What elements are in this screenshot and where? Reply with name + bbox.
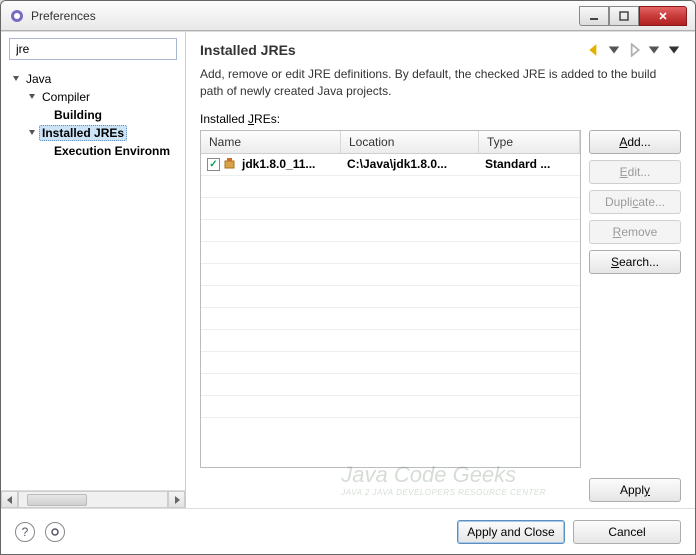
help-icon[interactable]: ? <box>15 522 35 542</box>
jre-table[interactable]: Name Location Type ✓ jdk1.8.0_11... C:\J… <box>200 130 581 468</box>
left-pane: Java Compiler Building Installed JREs <box>1 32 186 508</box>
edit-button: Edit... <box>589 160 681 184</box>
maximize-button[interactable] <box>609 6 639 26</box>
col-location[interactable]: Location <box>341 131 479 153</box>
scroll-right-icon[interactable] <box>168 491 185 508</box>
apply-and-close-button[interactable]: Apply and Close <box>457 520 565 544</box>
tree-item-building[interactable]: Building <box>51 107 105 123</box>
search-button[interactable]: Search... <box>589 250 681 274</box>
page-description: Add, remove or edit JRE definitions. By … <box>200 66 681 100</box>
duplicate-button: Duplicate... <box>589 190 681 214</box>
collapse-icon[interactable] <box>27 128 37 138</box>
tree-item-execution-environments[interactable]: Execution Environm <box>51 143 173 159</box>
chevron-down-icon[interactable] <box>607 43 621 57</box>
row-type: Standard ... <box>479 155 580 173</box>
dialog-footer: ? Apply and Close Cancel <box>1 508 695 554</box>
collapse-icon[interactable] <box>27 92 37 102</box>
preferences-window: Preferences Java Compiler <box>0 0 696 555</box>
close-button[interactable] <box>639 6 687 26</box>
back-icon[interactable] <box>587 43 601 57</box>
jre-icon <box>224 156 238 173</box>
scroll-thumb[interactable] <box>27 494 87 506</box>
tree-item-installed-jres[interactable]: Installed JREs <box>39 125 127 141</box>
minimize-button[interactable] <box>579 6 609 26</box>
table-label: Installed JREs: <box>200 112 681 126</box>
menu-icon[interactable] <box>667 43 681 57</box>
tree-item-java[interactable]: Java <box>23 71 54 87</box>
col-type[interactable]: Type <box>479 131 580 153</box>
apply-button[interactable]: Apply <box>589 478 681 502</box>
titlebar[interactable]: Preferences <box>1 1 695 31</box>
row-checkbox[interactable]: ✓ <box>207 158 220 171</box>
col-name[interactable]: Name <box>201 131 341 153</box>
forward-icon[interactable] <box>627 43 641 57</box>
row-name: jdk1.8.0_11... <box>242 157 315 171</box>
page-title: Installed JREs <box>200 42 587 58</box>
preferences-tree[interactable]: Java Compiler Building Installed JREs <box>1 64 185 490</box>
window-title: Preferences <box>31 9 579 23</box>
tree-item-compiler[interactable]: Compiler <box>39 89 93 105</box>
filter-input[interactable] <box>9 38 177 60</box>
import-export-icon[interactable] <box>45 522 65 542</box>
cancel-button[interactable]: Cancel <box>573 520 681 544</box>
add-button[interactable]: Add... <box>589 130 681 154</box>
chevron-down-icon[interactable] <box>647 43 661 57</box>
app-icon <box>9 8 25 24</box>
table-row[interactable]: ✓ jdk1.8.0_11... C:\Java\jdk1.8.0... Sta… <box>201 154 580 176</box>
scroll-left-icon[interactable] <box>1 491 18 508</box>
remove-button: Remove <box>589 220 681 244</box>
right-pane: Installed JREs Add, remove or edit JRE d… <box>186 32 695 508</box>
horizontal-scrollbar[interactable] <box>1 490 185 508</box>
row-location: C:\Java\jdk1.8.0... <box>341 155 479 173</box>
collapse-icon[interactable] <box>11 74 21 84</box>
